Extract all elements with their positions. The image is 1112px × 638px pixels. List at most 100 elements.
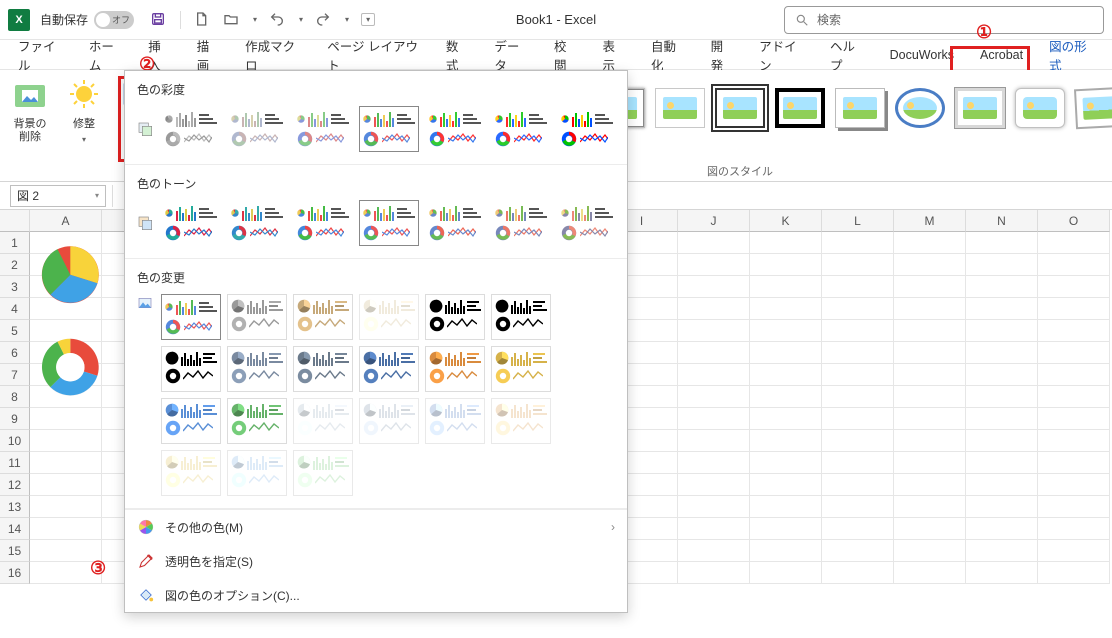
row-header[interactable]: 13 xyxy=(0,496,30,518)
recolor-thumb[interactable] xyxy=(425,294,485,340)
cell[interactable] xyxy=(750,496,822,518)
row-header[interactable]: 12 xyxy=(0,474,30,496)
cell[interactable] xyxy=(678,474,750,496)
cell[interactable] xyxy=(822,342,894,364)
cell[interactable] xyxy=(678,320,750,342)
cell[interactable] xyxy=(1038,496,1110,518)
undo-dropdown-icon[interactable]: ▾ xyxy=(299,15,303,24)
cell[interactable] xyxy=(30,474,102,496)
recolor-thumb[interactable] xyxy=(491,398,551,444)
cell[interactable] xyxy=(966,518,1038,540)
recolor-thumb[interactable] xyxy=(293,398,353,444)
new-file-icon[interactable] xyxy=(193,11,211,29)
tab-docuworks[interactable]: DocuWorks xyxy=(880,44,964,66)
cell[interactable] xyxy=(966,408,1038,430)
cell[interactable] xyxy=(750,386,822,408)
recolor-thumb[interactable] xyxy=(293,346,353,392)
cell[interactable] xyxy=(822,540,894,562)
color-thumb[interactable] xyxy=(227,200,287,246)
cell[interactable] xyxy=(966,298,1038,320)
recolor-thumb[interactable] xyxy=(227,346,287,392)
row-header[interactable]: 4 xyxy=(0,298,30,320)
cell[interactable] xyxy=(894,342,966,364)
cell[interactable] xyxy=(894,540,966,562)
cell[interactable] xyxy=(1038,342,1110,364)
cell[interactable] xyxy=(678,496,750,518)
cell[interactable] xyxy=(894,276,966,298)
recolor-thumb[interactable] xyxy=(491,346,551,392)
recolor-thumb[interactable] xyxy=(359,398,419,444)
cell[interactable] xyxy=(750,254,822,276)
open-dropdown-icon[interactable]: ▾ xyxy=(253,15,257,24)
color-thumb[interactable] xyxy=(227,106,287,152)
cell[interactable] xyxy=(678,386,750,408)
picture-style-8[interactable] xyxy=(775,88,825,128)
col-header[interactable]: N xyxy=(966,210,1038,232)
row-header[interactable]: 1 xyxy=(0,232,30,254)
color-thumb[interactable] xyxy=(161,200,221,246)
cell[interactable] xyxy=(966,342,1038,364)
undo-icon[interactable] xyxy=(269,11,287,29)
cell[interactable] xyxy=(966,474,1038,496)
cell[interactable] xyxy=(678,342,750,364)
more-colors-menu[interactable]: その他の色(M) › xyxy=(125,510,627,544)
embedded-picture[interactable] xyxy=(38,232,124,474)
cell[interactable] xyxy=(966,386,1038,408)
picture-style-11[interactable] xyxy=(955,88,1005,128)
cell[interactable] xyxy=(822,408,894,430)
cell[interactable] xyxy=(822,254,894,276)
cell[interactable] xyxy=(750,276,822,298)
cell[interactable] xyxy=(750,232,822,254)
cell[interactable] xyxy=(1038,430,1110,452)
recolor-thumb[interactable] xyxy=(227,294,287,340)
cell[interactable] xyxy=(678,562,750,584)
redo-dropdown-icon[interactable]: ▾ xyxy=(345,15,349,24)
cell[interactable] xyxy=(822,496,894,518)
row-header[interactable]: 3 xyxy=(0,276,30,298)
cell[interactable] xyxy=(894,298,966,320)
recolor-thumb[interactable] xyxy=(359,294,419,340)
tab-acrobat[interactable]: Acrobat xyxy=(970,44,1033,66)
cell[interactable] xyxy=(894,518,966,540)
cell[interactable] xyxy=(750,364,822,386)
chevron-down-icon[interactable]: ▾ xyxy=(95,191,99,200)
cell[interactable] xyxy=(966,430,1038,452)
cell[interactable] xyxy=(966,540,1038,562)
cell[interactable] xyxy=(894,452,966,474)
col-header[interactable]: O xyxy=(1038,210,1110,232)
cell[interactable] xyxy=(1038,562,1110,584)
cell[interactable] xyxy=(678,430,750,452)
cell[interactable] xyxy=(678,364,750,386)
cell[interactable] xyxy=(966,276,1038,298)
color-thumb[interactable] xyxy=(359,106,419,152)
recolor-thumb[interactable] xyxy=(161,398,221,444)
redo-icon[interactable] xyxy=(315,11,333,29)
color-thumb[interactable] xyxy=(491,200,551,246)
recolor-thumb[interactable] xyxy=(491,294,551,340)
cell[interactable] xyxy=(822,364,894,386)
row-header[interactable]: 14 xyxy=(0,518,30,540)
cell[interactable] xyxy=(1038,254,1110,276)
search-box[interactable]: 検索 xyxy=(784,6,1104,34)
cell[interactable] xyxy=(894,364,966,386)
recolor-thumb[interactable] xyxy=(293,294,353,340)
cell[interactable] xyxy=(678,518,750,540)
cell[interactable] xyxy=(1038,474,1110,496)
cell[interactable] xyxy=(678,254,750,276)
cell[interactable] xyxy=(1038,320,1110,342)
cell[interactable] xyxy=(1038,452,1110,474)
cell[interactable] xyxy=(750,562,822,584)
cell[interactable] xyxy=(1038,386,1110,408)
cell[interactable] xyxy=(750,342,822,364)
cell[interactable] xyxy=(1038,232,1110,254)
col-header[interactable]: L xyxy=(822,210,894,232)
row-header[interactable]: 10 xyxy=(0,430,30,452)
cell[interactable] xyxy=(1038,518,1110,540)
cell[interactable] xyxy=(822,298,894,320)
cell[interactable] xyxy=(822,386,894,408)
cell[interactable] xyxy=(822,232,894,254)
cell[interactable] xyxy=(678,408,750,430)
select-all-button[interactable] xyxy=(0,210,30,232)
color-thumb[interactable] xyxy=(293,106,353,152)
color-thumb[interactable] xyxy=(425,200,485,246)
